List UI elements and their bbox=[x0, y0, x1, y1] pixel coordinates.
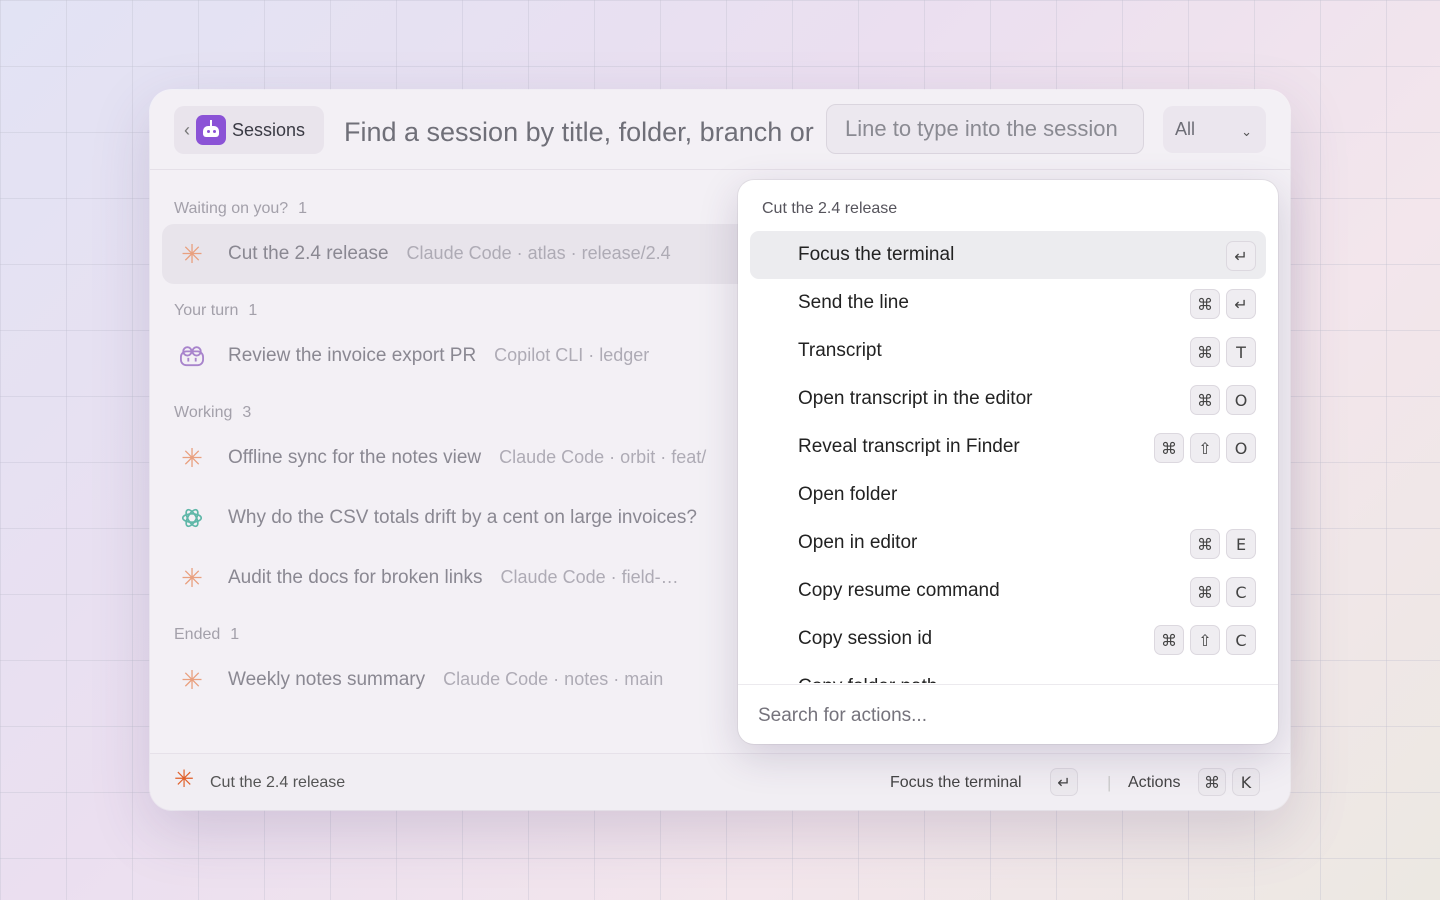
session-row[interactable]: ✳ Cut the 2.4 release Claude Code · atlas… bbox=[162, 224, 782, 284]
session-title: Offline sync for the notes view bbox=[228, 447, 482, 468]
filter-value: All bbox=[1175, 119, 1196, 139]
session-row[interactable]: ✳ Audit the docs for broken links Claude … bbox=[162, 548, 782, 608]
key-cap: ⌘ bbox=[1190, 289, 1220, 319]
session-title: Cut the 2.4 release bbox=[228, 243, 389, 264]
key-cap: ⇧ bbox=[1190, 433, 1220, 463]
footer-bar: ✳ Cut the 2.4 release Focus the terminal… bbox=[150, 753, 1290, 810]
shortcut-keys: ⌘ ⇧ C bbox=[1154, 625, 1256, 655]
key-cap: O bbox=[1226, 433, 1256, 463]
session-meta: Claude Code · field-… bbox=[500, 567, 679, 587]
action-item[interactable]: Focus the terminal ↵ bbox=[750, 231, 1266, 279]
k-key-hint: K bbox=[1232, 768, 1260, 796]
group-header-waiting: Waiting on you? 1 bbox=[174, 200, 308, 217]
shortcut-keys: ↵ bbox=[1226, 241, 1256, 271]
group-header-ended: Ended 1 bbox=[174, 626, 240, 643]
action-label: Focus the terminal bbox=[798, 244, 955, 265]
key-cap: ⌘ bbox=[1190, 337, 1220, 367]
actions-list: Focus the terminal ↵ Send the line ⌘ ↵ Transc… bbox=[750, 231, 1266, 683]
session-title: Audit the docs for broken links bbox=[228, 567, 483, 588]
session-meta: Claude Code · orbit · feat/ bbox=[499, 447, 707, 467]
session-meta: Claude Code · atlas · release/2.4 bbox=[406, 243, 671, 263]
actions-popover: Cut the 2.4 release Focus the terminal ↵ S… bbox=[738, 180, 1278, 744]
shortcut-keys: ⌘ O bbox=[1190, 385, 1256, 415]
session-meta: Claude Code · notes · main bbox=[443, 669, 664, 689]
status-filter-select[interactable]: All ⌄ bbox=[1163, 106, 1266, 153]
claude-icon: ✳ bbox=[181, 443, 203, 473]
action-item[interactable]: Open folder bbox=[750, 471, 1266, 519]
footer-divider: | bbox=[1107, 773, 1112, 792]
claude-icon: ✳ bbox=[181, 563, 203, 593]
footer-session-title: Cut the 2.4 release bbox=[210, 774, 346, 791]
session-row[interactable]: Review the invoice export PR Copilot CLI … bbox=[162, 326, 782, 386]
copilot-icon bbox=[180, 344, 204, 368]
action-label: Reveal transcript in Finder bbox=[798, 436, 1020, 457]
key-cap: ⌘ bbox=[1190, 385, 1220, 415]
key-cap: C bbox=[1226, 577, 1256, 607]
action-item[interactable]: Send the line ⌘ ↵ bbox=[750, 279, 1266, 327]
action-label: Copy session id bbox=[798, 628, 933, 649]
claude-icon: ✳ bbox=[174, 766, 195, 793]
action-label: Open in editor bbox=[798, 532, 918, 553]
shortcut-keys: ⌘ ⇧ O bbox=[1154, 433, 1256, 463]
session-title: Review the invoice export PR bbox=[228, 345, 477, 366]
shortcut-keys: ⌘ ↵ bbox=[1190, 289, 1256, 319]
action-item[interactable]: Copy resume command ⌘ C bbox=[750, 567, 1266, 615]
session-title: Why do the CSV totals drift by a cent on… bbox=[228, 507, 697, 528]
key-cap: ⇧ bbox=[1190, 625, 1220, 655]
action-item[interactable]: Transcript ⌘ T bbox=[750, 327, 1266, 375]
command-key-hint: ⌘ bbox=[1198, 768, 1226, 796]
popover-title: Cut the 2.4 release bbox=[762, 200, 898, 217]
claude-icon: ✳ bbox=[181, 665, 203, 695]
session-meta: Copilot CLI · ledger bbox=[494, 345, 650, 365]
shortcut-keys: ⌘ E bbox=[1190, 529, 1256, 559]
sessions-back-button[interactable]: ‹ Sessions bbox=[174, 106, 324, 154]
key-cap: ⌘ bbox=[1190, 577, 1220, 607]
footer-primary-action[interactable]: Focus the terminal bbox=[890, 774, 1022, 792]
action-item[interactable]: Copy session id ⌘ ⇧ C bbox=[750, 615, 1266, 663]
session-row[interactable]: ✳ Offline sync for the notes view Claude … bbox=[162, 428, 782, 488]
key-cap: ⌘ bbox=[1154, 433, 1184, 463]
action-item[interactable]: Reveal transcript in Finder ⌘ ⇧ O bbox=[750, 423, 1266, 471]
action-label: Open folder bbox=[798, 484, 898, 505]
footer-actions-button[interactable]: Actions bbox=[1128, 774, 1180, 792]
action-label: Transcript bbox=[798, 340, 882, 361]
group-header-working: Working 3 bbox=[174, 404, 252, 421]
openai-icon bbox=[180, 506, 204, 530]
robot-app-icon bbox=[196, 115, 226, 145]
session-search-input[interactable] bbox=[342, 112, 816, 152]
action-item[interactable]: Open transcript in the editor ⌘ O bbox=[750, 375, 1266, 423]
return-key-hint: ↵ bbox=[1050, 768, 1078, 796]
action-item[interactable]: Copy folder path bbox=[750, 663, 1266, 683]
top-bar: ‹ Sessions All ⌄ bbox=[150, 90, 1290, 170]
key-cap: ↵ bbox=[1226, 241, 1256, 271]
shortcut-keys: ⌘ T bbox=[1190, 337, 1256, 367]
sessions-label: Sessions bbox=[232, 119, 306, 140]
key-cap: ↵ bbox=[1226, 289, 1256, 319]
action-label: Send the line bbox=[798, 292, 909, 313]
action-item[interactable]: Open in editor ⌘ E bbox=[750, 519, 1266, 567]
key-cap: ⌘ bbox=[1154, 625, 1184, 655]
group-header-your-turn: Your turn 1 bbox=[174, 302, 258, 319]
action-label: Copy resume command bbox=[798, 580, 1000, 601]
action-label: Copy folder path bbox=[798, 676, 937, 683]
session-row[interactable]: ✳ Weekly notes summary Claude Code · note… bbox=[162, 650, 782, 710]
action-label: Open transcript in the editor bbox=[798, 388, 1033, 409]
session-title: Weekly notes summary bbox=[228, 669, 426, 690]
shortcut-keys: ⌘ C bbox=[1190, 577, 1256, 607]
key-cap: O bbox=[1226, 385, 1256, 415]
send-line-input[interactable] bbox=[826, 104, 1144, 154]
action-search-bar bbox=[738, 684, 1278, 744]
chevron-down-icon: ⌄ bbox=[1241, 124, 1252, 139]
claude-icon: ✳ bbox=[181, 239, 203, 269]
action-search-input[interactable] bbox=[756, 699, 1260, 733]
chevron-left-icon: ‹ bbox=[184, 119, 190, 140]
key-cap: C bbox=[1226, 625, 1256, 655]
key-cap: T bbox=[1226, 337, 1256, 367]
session-row[interactable]: Why do the CSV totals drift by a cent on… bbox=[162, 488, 782, 548]
key-cap: E bbox=[1226, 529, 1256, 559]
key-cap: ⌘ bbox=[1190, 529, 1220, 559]
